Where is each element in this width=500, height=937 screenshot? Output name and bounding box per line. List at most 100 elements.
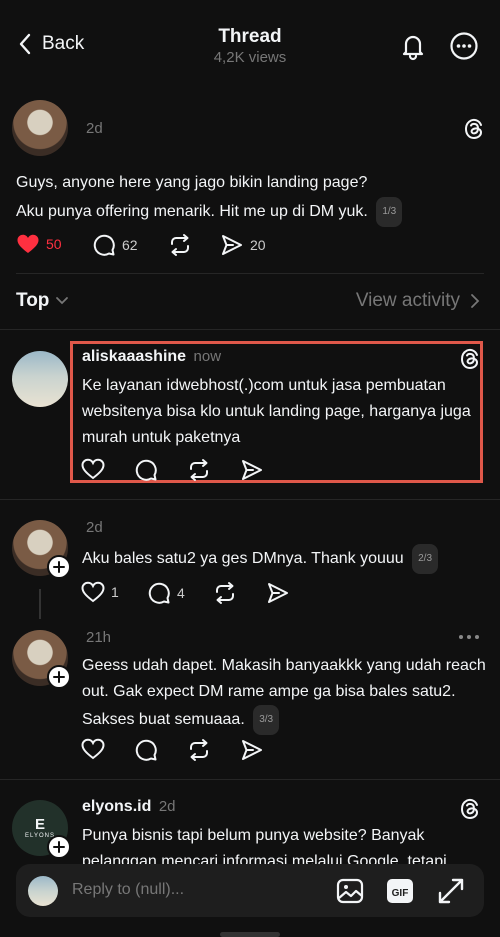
repost-icon	[168, 233, 192, 257]
reply-time: 2d	[86, 519, 103, 536]
comment-count: 4	[177, 585, 185, 601]
share-button[interactable]	[266, 581, 290, 605]
image-icon	[335, 876, 365, 906]
reply-clip: E ELYONS elyons.id 2d Punya bisnis tapi …	[0, 780, 500, 867]
reply-composer[interactable]: Reply to (null)... GIF	[16, 864, 484, 917]
author-avatar[interactable]	[12, 100, 68, 156]
plus-icon	[53, 671, 65, 683]
repost-button[interactable]	[168, 233, 192, 257]
attach-image-button[interactable]	[335, 876, 365, 906]
bell-icon	[398, 31, 428, 61]
divider	[16, 273, 484, 274]
post-text-line-2-text: Aku punya offering menarik. Hit me up di…	[16, 203, 368, 221]
heart-icon	[81, 738, 105, 760]
comment-button[interactable]: 4	[147, 581, 185, 605]
like-count: 1	[111, 584, 119, 600]
like-button[interactable]: 50	[16, 233, 62, 255]
chevron-right-icon	[470, 293, 480, 309]
like-button[interactable]	[81, 458, 105, 480]
share-button[interactable]: 20	[220, 233, 266, 257]
reply-username[interactable]: elyons.id	[82, 798, 151, 815]
back-button[interactable]: Back	[18, 33, 84, 55]
reply-time: now	[193, 348, 222, 365]
comment-icon	[92, 233, 116, 257]
follow-button[interactable]	[47, 835, 71, 859]
repost-button[interactable]	[213, 581, 237, 605]
view-activity-link[interactable]: View activity	[356, 290, 480, 312]
threads-logo-button[interactable]	[463, 117, 485, 141]
reply-time: 2d	[158, 798, 176, 815]
sort-label: Top	[16, 290, 50, 311]
page-title: Thread	[218, 26, 282, 47]
repost-button[interactable]	[187, 738, 211, 762]
more-options-button[interactable]	[449, 31, 479, 61]
gif-icon: GIF	[385, 876, 415, 906]
threads-logo-button[interactable]	[459, 347, 481, 371]
heart-icon	[81, 581, 105, 603]
expand-icon	[436, 876, 466, 906]
share-button[interactable]	[240, 458, 264, 482]
expand-button[interactable]	[436, 876, 466, 906]
heart-icon	[81, 458, 105, 480]
reply-username[interactable]: aliskaaashine	[82, 348, 186, 365]
share-button[interactable]	[240, 738, 264, 762]
repost-button[interactable]	[187, 458, 211, 482]
more-circle-icon	[449, 31, 479, 61]
chevron-left-icon	[18, 33, 32, 55]
comment-button[interactable]	[134, 458, 158, 482]
thread-index-badge: 2/3	[412, 544, 439, 574]
divider	[0, 329, 500, 330]
threads-icon	[459, 797, 481, 821]
reply-text: Punya bisnis tapi belum punya website? B…	[82, 827, 447, 867]
like-button[interactable]	[81, 738, 105, 760]
attach-gif-button[interactable]: GIF	[385, 876, 415, 906]
more-options-button[interactable]	[457, 632, 481, 642]
follow-button[interactable]	[47, 665, 71, 689]
divider	[0, 499, 500, 500]
comment-button[interactable]: 62	[92, 233, 138, 257]
threads-icon	[463, 117, 485, 141]
send-icon	[220, 233, 244, 257]
send-icon	[240, 738, 264, 762]
comment-icon	[147, 581, 171, 605]
notification-button[interactable]	[398, 31, 428, 61]
follow-button[interactable]	[47, 555, 71, 579]
send-icon	[266, 581, 290, 605]
sort-dropdown[interactable]: Top	[16, 290, 69, 312]
repost-icon	[187, 458, 211, 482]
reply-avatar[interactable]	[12, 351, 68, 407]
thread-connector-line	[39, 589, 41, 619]
elyons-logo-mark: E	[34, 816, 45, 833]
comment-icon	[134, 738, 158, 762]
repost-icon	[213, 581, 237, 605]
comment-button[interactable]	[134, 738, 158, 762]
chevron-down-icon	[55, 296, 69, 306]
thread-index-badge: 3/3	[253, 705, 280, 735]
reply-text: Aku bales satu2 ya ges DMnya. Thank youu…	[82, 550, 404, 568]
thread-index-badge: 1/3	[376, 197, 403, 227]
view-activity-label: View activity	[355, 290, 460, 311]
svg-text:GIF: GIF	[392, 888, 409, 899]
reply-text-block: Geess udah dapet. Makasih banyaakkk yang…	[82, 653, 486, 735]
threads-logo-button[interactable]	[459, 797, 481, 821]
like-button[interactable]: 1	[81, 581, 119, 603]
back-label: Back	[42, 33, 85, 54]
post-time: 2d	[86, 120, 103, 137]
threads-icon	[459, 347, 481, 371]
composer-avatar	[28, 876, 58, 906]
reply-input[interactable]: Reply to (null)...	[72, 881, 184, 899]
view-count: 4,2K views	[213, 49, 287, 66]
reply-text: Geess udah dapet. Makasih banyaakkk yang…	[82, 657, 486, 729]
send-icon	[240, 458, 264, 482]
ellipsis-icon	[457, 632, 481, 642]
home-indicator	[220, 932, 280, 937]
reply-text-row: Aku bales satu2 ya ges DMnya. Thank youu…	[82, 544, 439, 574]
repost-icon	[187, 738, 211, 762]
plus-icon	[53, 841, 65, 853]
comment-icon	[134, 458, 158, 482]
reply-text: Ke layanan idwebhost(.)com untuk jasa pe…	[82, 377, 471, 446]
heart-filled-icon	[16, 233, 40, 255]
comment-count: 62	[122, 237, 138, 253]
reply-header: aliskaaashine now	[82, 348, 221, 366]
plus-icon	[53, 561, 65, 573]
